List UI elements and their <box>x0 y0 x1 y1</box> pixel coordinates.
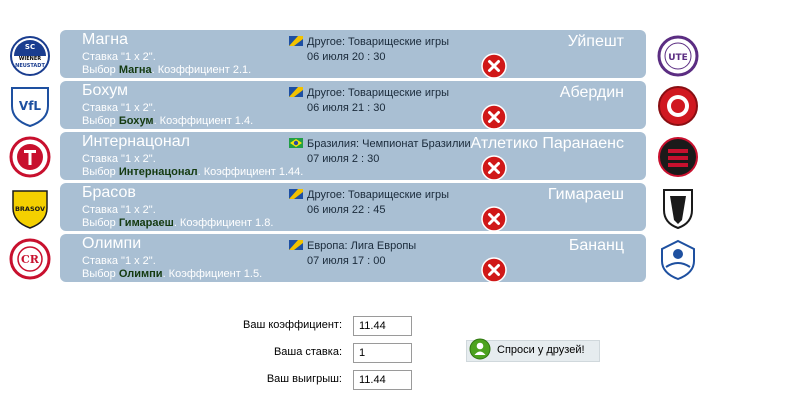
home-team-logo: CR <box>8 237 52 281</box>
svg-text:WIENER: WIENER <box>19 56 41 62</box>
bet-row: Бохум Ставка "1 x 2". Выбор Бохум. Коэфф… <box>60 81 646 130</box>
remove-bet-button[interactable] <box>481 104 507 130</box>
odds-text: . Коэффициент 1.5. <box>162 268 263 280</box>
tournament-name: Европа: Лига Европы <box>307 240 417 252</box>
bet-choice: Выбор Бохум. Коэффициент 1.4. <box>82 115 253 127</box>
home-team-logo: SC WIENER NEUSTADT <box>8 34 52 78</box>
home-team-name: Интернацонал <box>82 133 190 150</box>
bet-choice: Выбор Олимпи. Коэффициент 1.5. <box>82 268 262 280</box>
svg-text:UTE: UTE <box>668 53 688 63</box>
bet-type: Ставка "1 x 2". <box>82 153 156 165</box>
away-team-name: Атлетико Паранаенс <box>470 135 624 152</box>
svg-text:NEUSTADT: NEUSTADT <box>15 63 45 69</box>
ask-friends-button[interactable]: Спроси у друзей! <box>466 338 600 362</box>
remove-bet-button[interactable] <box>481 206 507 232</box>
close-icon <box>481 53 507 79</box>
match-date: 07 июля 17 : 00 <box>307 255 386 267</box>
home-team-logo: VfL <box>8 84 52 128</box>
away-team-logo <box>656 186 700 230</box>
choice-team: Бохум <box>118 115 154 127</box>
brazil-flag-icon <box>289 138 303 148</box>
away-team-name: Бананц <box>568 237 624 254</box>
choice-team: Интернацонал <box>118 166 198 178</box>
home-team-logo: BRASOV <box>8 186 52 230</box>
europe-flag-icon <box>289 36 303 46</box>
match-date: 07 июля 2 : 30 <box>307 153 380 165</box>
svg-text:VfL: VfL <box>19 99 42 113</box>
odds-text: . Коэффициент 1.4. <box>153 115 254 127</box>
choice-team: Гимараеш <box>118 217 174 229</box>
bet-choice: Выбор Гимараеш. Коэффициент 1.8. <box>82 217 273 229</box>
bet-choice: Выбор Магна. Коэффициент 2.1. <box>82 64 251 76</box>
svg-text:BRASOV: BRASOV <box>15 205 45 213</box>
bet-type: Ставка "1 x 2". <box>82 51 156 63</box>
stake-label: Ваша ставка: <box>273 346 342 358</box>
europe-flag-icon <box>289 240 303 250</box>
odds-text: . Коэффициент 1.8. <box>173 217 274 229</box>
match-date: 06 июля 22 : 45 <box>307 204 386 216</box>
home-team-name: Магна <box>82 31 128 48</box>
home-team-name: Олимпи <box>82 235 142 252</box>
bet-type: Ставка "1 x 2". <box>82 102 156 114</box>
away-team-name: Гимараеш <box>547 186 624 203</box>
away-team-name: Уйпешт <box>567 33 624 50</box>
bet-row: Магна Ставка "1 x 2". Выбор Магна. Коэфф… <box>60 30 646 79</box>
match-date: 06 июля 21 : 30 <box>307 102 386 114</box>
close-icon <box>481 104 507 130</box>
odds-text: . Коэффициент 1.44. <box>197 166 304 178</box>
remove-bet-button[interactable] <box>481 155 507 181</box>
remove-bet-button[interactable] <box>481 53 507 79</box>
close-icon <box>481 155 507 181</box>
away-team-logo: UTE <box>656 34 700 78</box>
home-team-name: Бохум <box>82 82 129 99</box>
europe-flag-icon <box>289 189 303 199</box>
svg-text:CR: CR <box>21 253 40 266</box>
choice-prefix: Выбор <box>82 64 119 76</box>
europe-flag-icon <box>289 87 303 97</box>
choice-prefix: Выбор <box>82 217 119 229</box>
away-team-logo <box>656 84 700 128</box>
away-team-name: Абердин <box>559 84 624 101</box>
winnings-field[interactable] <box>353 370 412 390</box>
odds-field[interactable] <box>353 316 412 336</box>
stake-field[interactable] <box>353 343 412 363</box>
close-icon <box>481 257 507 283</box>
match-date: 06 июля 20 : 30 <box>307 51 386 63</box>
choice-prefix: Выбор <box>82 166 119 178</box>
person-icon <box>469 338 491 360</box>
choice-prefix: Выбор <box>82 115 119 127</box>
tournament-name: Другое: Товарищеские игры <box>307 36 449 48</box>
bet-row: Олимпи Ставка "1 x 2". Выбор Олимпи. Коэ… <box>60 234 646 283</box>
remove-bet-button[interactable] <box>481 257 507 283</box>
ask-friends-label: Спроси у друзей! <box>497 344 585 356</box>
close-icon <box>481 206 507 232</box>
home-team-logo <box>8 135 52 179</box>
bet-type: Ставка "1 x 2". <box>82 255 156 267</box>
away-team-logo <box>656 237 700 281</box>
svg-text:SC: SC <box>25 43 35 51</box>
choice-team: Олимпи <box>118 268 163 280</box>
away-team-logo <box>656 135 700 179</box>
tournament-name: Другое: Товарищеские игры <box>307 189 449 201</box>
bet-row: Брасов Ставка "1 x 2". Выбор Гимараеш. К… <box>60 183 646 232</box>
odds-text: . Коэффициент 2.1. <box>151 64 252 76</box>
odds-label: Ваш коэффициент: <box>243 319 342 331</box>
tournament-name: Другое: Товарищеские игры <box>307 87 449 99</box>
bet-row: Интернацонал Ставка "1 x 2". Выбор Интер… <box>60 132 646 181</box>
bet-choice: Выбор Интернацонал. Коэффициент 1.44. <box>82 166 303 178</box>
home-team-name: Брасов <box>82 184 136 201</box>
choice-prefix: Выбор <box>82 268 119 280</box>
tournament-name: Бразилия: Чемпионат Бразилии <box>307 138 471 150</box>
choice-team: Магна <box>118 64 152 76</box>
bet-type: Ставка "1 x 2". <box>82 204 156 216</box>
winnings-label: Ваш выигрыш: <box>266 373 342 385</box>
